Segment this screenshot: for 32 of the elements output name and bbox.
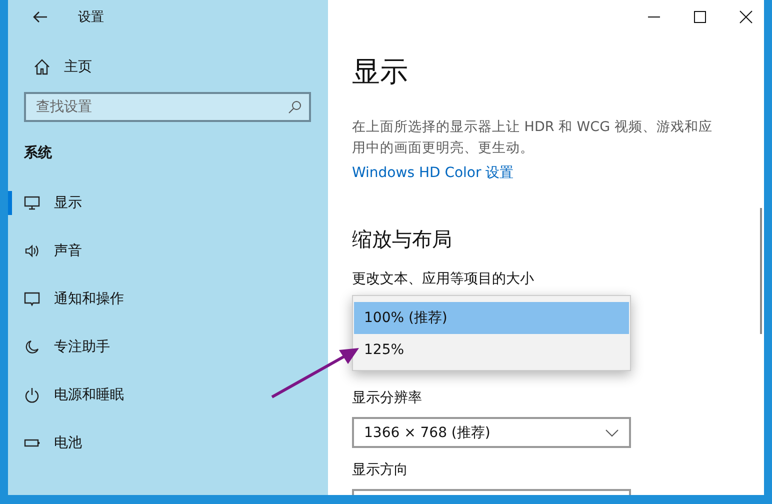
field-label: 更改文本、应用等项目的大小 [352,270,535,289]
monitor-icon [24,195,40,211]
speaker-icon [24,243,40,259]
section-heading: 缩放与布局 [352,226,453,253]
nav-item[interactable]: 电源和睡眠 [8,383,328,407]
home-link[interactable]: 主页 [8,57,328,77]
menu-option[interactable]: 100% (推荐) [354,302,629,334]
nav-item[interactable]: 显示 [8,191,328,215]
resolution-dropdown[interactable]: 1366 × 768 (推荐) [352,417,631,448]
field-label: 显示方向 [352,461,409,480]
hd-color-link[interactable]: Windows HD Color 设置 [352,164,514,182]
back-arrow-icon[interactable] [32,9,48,25]
scrollbar-thumb[interactable] [760,208,762,334]
nav-item[interactable]: 声音 [8,239,328,263]
maximize-button[interactable] [692,9,708,25]
menu-option[interactable]: 125% [354,334,629,366]
section-heading: 系统 [24,144,53,163]
nav-item[interactable]: 专注助手 [8,335,328,359]
nav-item[interactable]: 通知和操作 [8,287,328,311]
window-title: 设置 [78,9,104,26]
nav-item[interactable]: 电池 [8,431,328,455]
field-label: 显示分辨率 [352,389,423,408]
description: 在上面所选择的显示器上让 HDR 和 WCG 视频、游戏和应用中的画面更明亮、更生动。 [352,118,714,158]
message-icon [24,291,40,307]
close-button[interactable] [738,9,754,25]
power-icon [24,387,40,403]
page-heading: 显示 [352,54,409,90]
moon-icon [24,339,40,355]
home-icon [34,59,50,75]
search-field[interactable]: 查找设置 [24,92,311,122]
search-icon [288,100,302,114]
chevron-down-icon [605,428,619,436]
